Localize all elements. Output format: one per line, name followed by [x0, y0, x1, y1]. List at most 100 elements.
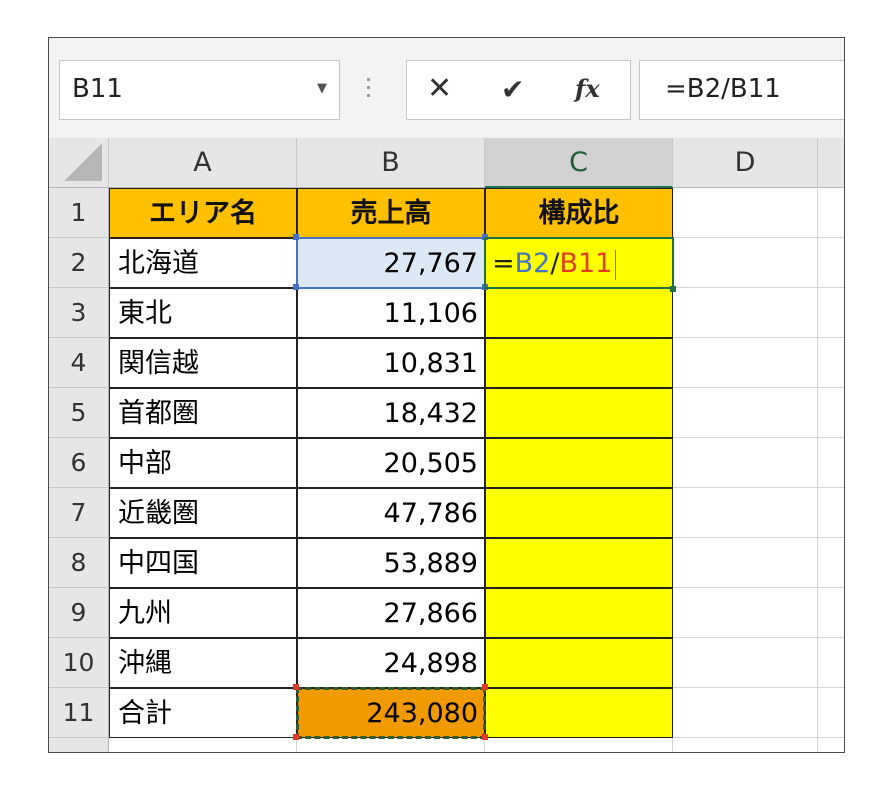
close-icon[interactable]: ✕ [427, 71, 452, 106]
cell-d6[interactable] [673, 438, 818, 488]
chevron-down-icon[interactable]: ▼ [317, 81, 327, 96]
cell-e1[interactable] [818, 188, 844, 238]
cell-d11[interactable] [673, 688, 818, 738]
column-header-c[interactable]: C [485, 138, 673, 188]
cell-ratio[interactable] [485, 388, 673, 438]
row-header-7[interactable]: 7 [49, 488, 109, 538]
name-box-value: B11 [72, 74, 123, 104]
cell-e11[interactable] [818, 688, 844, 738]
cell-ratio[interactable] [485, 588, 673, 638]
cell-ratio[interactable] [485, 638, 673, 688]
cell-area[interactable]: 関信越 [109, 338, 297, 388]
select-all-corner[interactable] [49, 138, 109, 188]
ref-handle[interactable] [482, 684, 488, 690]
formula-ref-b11: B11 [559, 248, 613, 279]
cell-e12[interactable] [818, 738, 844, 752]
row-header-5[interactable]: 5 [49, 388, 109, 438]
ref-handle[interactable] [293, 684, 299, 690]
cell-d2[interactable] [673, 238, 818, 288]
cell-ratio[interactable] [485, 338, 673, 388]
cell-e3[interactable] [818, 288, 844, 338]
cell-area[interactable]: 沖縄 [109, 638, 297, 688]
row-header-1[interactable]: 1 [49, 188, 109, 238]
text-cursor [615, 249, 617, 280]
cell-d4[interactable] [673, 338, 818, 388]
cell-area[interactable]: 近畿圏 [109, 488, 297, 538]
ref-handle[interactable] [293, 284, 299, 290]
cell-d10[interactable] [673, 638, 818, 688]
row-header-11[interactable]: 11 [49, 688, 109, 738]
cell-e10[interactable] [818, 638, 844, 688]
cell-e7[interactable] [818, 488, 844, 538]
ref-handle[interactable] [293, 734, 299, 740]
cell-sales[interactable]: 18,432 [297, 388, 485, 438]
row-header-9[interactable]: 9 [49, 588, 109, 638]
cell-area[interactable]: 中部 [109, 438, 297, 488]
column-header-b[interactable]: B [297, 138, 485, 188]
cell-d12[interactable] [673, 738, 818, 752]
row-header-12[interactable] [49, 738, 109, 752]
header-cell-sales[interactable]: 売上高 [297, 188, 485, 238]
cell-sales-total[interactable]: 243,080 [297, 688, 485, 738]
cell-sales[interactable]: 10,831 [297, 338, 485, 388]
ref-handle[interactable] [482, 734, 488, 740]
cell-area[interactable]: 九州 [109, 588, 297, 638]
cell-d9[interactable] [673, 588, 818, 638]
cell-sales[interactable]: 53,889 [297, 538, 485, 588]
cell-e9[interactable] [818, 588, 844, 638]
cell-area[interactable]: 中四国 [109, 538, 297, 588]
cell-d7[interactable] [673, 488, 818, 538]
ref-handle[interactable] [482, 234, 488, 240]
cell-e4[interactable] [818, 338, 844, 388]
cell-c12[interactable] [485, 738, 673, 752]
cell-d1[interactable] [673, 188, 818, 238]
name-box[interactable]: B11 ▼ [59, 60, 340, 120]
cell-e6[interactable] [818, 438, 844, 488]
cell-sales[interactable]: 24,898 [297, 638, 485, 688]
cell-e2[interactable] [818, 238, 844, 288]
row-header-6[interactable]: 6 [49, 438, 109, 488]
cell-d8[interactable] [673, 538, 818, 588]
cell-area[interactable]: 北海道 [109, 238, 297, 288]
check-icon[interactable]: ✔ [501, 73, 524, 106]
cell-d3[interactable] [673, 288, 818, 338]
cell-ratio[interactable] [485, 688, 673, 738]
cell-a12[interactable] [109, 738, 297, 752]
cell-ratio[interactable] [485, 438, 673, 488]
header-cell-area[interactable]: エリア名 [109, 188, 297, 238]
row-header-4[interactable]: 4 [49, 338, 109, 388]
header-cell-ratio[interactable]: 構成比 [485, 188, 673, 238]
cell-ratio[interactable] [485, 488, 673, 538]
cell-sales[interactable]: 27,767 [297, 238, 485, 288]
cell-area-total[interactable]: 合計 [109, 688, 297, 738]
formula-bar: B11 ▼ ✕ ✔ fx =B2/B11 [49, 38, 844, 139]
cell-ratio[interactable] [485, 538, 673, 588]
insert-function-button[interactable]: fx [575, 74, 600, 103]
cell-area[interactable]: 首都圏 [109, 388, 297, 438]
formula-buttons: ✕ ✔ fx [406, 60, 631, 120]
cell-sales[interactable]: 47,786 [297, 488, 485, 538]
ref-handle[interactable] [482, 284, 488, 290]
cell-e8[interactable] [818, 538, 844, 588]
cell-sales[interactable]: 27,866 [297, 588, 485, 638]
row-header-2[interactable]: 2 [49, 238, 109, 288]
fill-handle[interactable] [670, 286, 676, 292]
cell-sales[interactable]: 20,505 [297, 438, 485, 488]
cell-b12[interactable] [297, 738, 485, 752]
cell-sales[interactable]: 11,106 [297, 288, 485, 338]
column-header-e[interactable] [818, 138, 844, 188]
cell-area[interactable]: 東北 [109, 288, 297, 338]
cell-ratio[interactable] [485, 288, 673, 338]
formula-input[interactable]: =B2/B11 [639, 60, 844, 120]
cell-ratio-editing[interactable]: =B2/B11 [485, 238, 673, 288]
formula-text: =B2/B11 [665, 74, 781, 104]
column-header-d[interactable]: D [673, 138, 818, 188]
ref-handle[interactable] [293, 234, 299, 240]
row-header-8[interactable]: 8 [49, 538, 109, 588]
row-header-3[interactable]: 3 [49, 288, 109, 338]
row-header-10[interactable]: 10 [49, 638, 109, 688]
cell-d5[interactable] [673, 388, 818, 438]
grip-icon[interactable] [367, 78, 371, 102]
column-header-a[interactable]: A [109, 138, 297, 188]
cell-e5[interactable] [818, 388, 844, 438]
